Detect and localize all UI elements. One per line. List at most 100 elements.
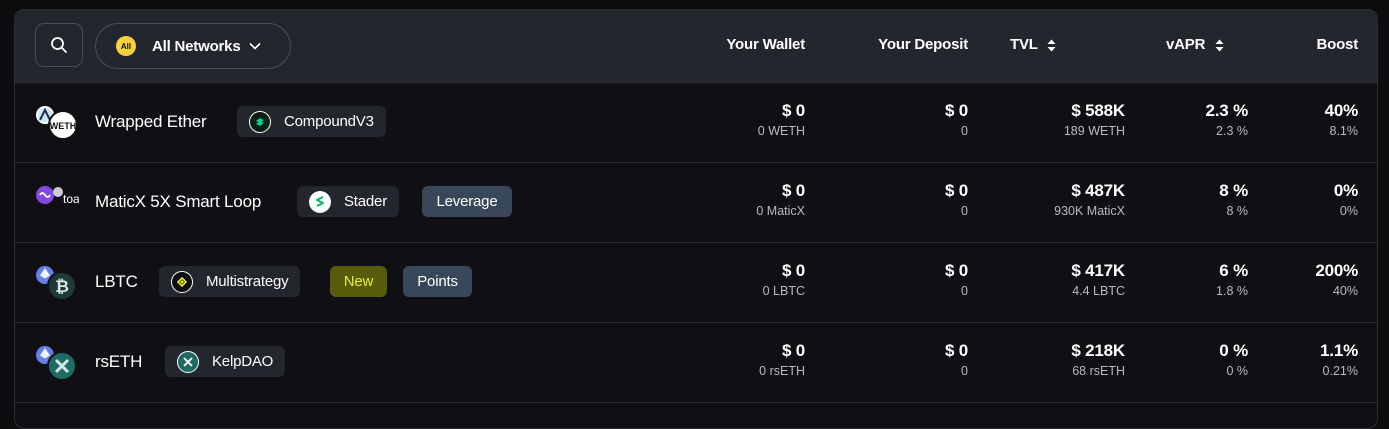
vapr-sub: 0 % — [1226, 364, 1248, 378]
wallet-usd: $ 0 — [781, 181, 805, 200]
tvl-usd: $ 218K — [1071, 341, 1125, 360]
column-tvl-label: TVL — [1010, 36, 1038, 53]
wallet-usd: $ 0 — [781, 341, 805, 360]
table-row[interactable]: WETH Wrapped Ether CompoundV3 $ 0 0 WETH… — [15, 83, 1377, 163]
protocol-tag-label: Multistrategy — [206, 273, 289, 290]
sort-icon — [1047, 39, 1056, 52]
leverage-tag[interactable]: Leverage — [422, 186, 512, 217]
boost-cell: 1.1% 0.21% — [1320, 323, 1358, 379]
network-selector[interactable]: All All Networks — [95, 23, 291, 69]
column-boost[interactable]: Boost — [1317, 36, 1359, 53]
vapr-sub: 8 % — [1226, 204, 1248, 218]
boost-value: 200% — [1315, 261, 1358, 280]
tvl-cell: $ 218K 68 rsETH — [1071, 323, 1125, 379]
wallet-amount: 0 WETH — [757, 124, 805, 138]
tvl-amount: 68 rsETH — [1072, 364, 1125, 378]
wallet-cell: $ 0 0 LBTC — [762, 243, 806, 299]
boost-sub: 0% — [1339, 204, 1358, 218]
vapr-value: 0 % — [1219, 341, 1248, 360]
boost-value: 0% — [1333, 181, 1358, 200]
vapr-value: 8 % — [1219, 181, 1248, 200]
vault-name[interactable]: Wrapped Ether — [95, 112, 207, 132]
all-networks-icon: All — [116, 36, 136, 56]
weth-token-icon: WETH — [36, 106, 78, 140]
svg-text:₿: ₿ — [55, 277, 69, 296]
boost-cell: 40% 8.1% — [1324, 83, 1359, 139]
wallet-amount: 0 LBTC — [762, 284, 805, 298]
tvl-usd: $ 417K — [1071, 261, 1125, 280]
table-row[interactable]: toa MaticX 5X Smart Loop Stader Leverage… — [15, 163, 1377, 243]
tvl-cell: $ 417K 4.4 LBTC — [1071, 243, 1125, 299]
compound-icon — [249, 110, 271, 133]
rseth-token-icon — [36, 346, 77, 381]
vault-name[interactable]: LBTC — [95, 272, 138, 292]
network-selector-label: All Networks — [152, 37, 241, 55]
chevron-down-icon — [249, 42, 262, 50]
table-row[interactable]: rsETH KelpDAO $ 0 0 rsETH $ 0 0 $ 218K 6… — [15, 323, 1377, 403]
column-vapr[interactable]: vAPR — [1166, 36, 1224, 53]
table-header: All All Networks Your Wallet Your Deposi… — [15, 10, 1377, 83]
new-tag[interactable]: New — [330, 266, 387, 297]
boost-sub: 0.21% — [1322, 364, 1358, 378]
boost-value: 1.1% — [1320, 341, 1358, 360]
deposit-usd: $ 0 — [944, 181, 968, 200]
tvl-usd: $ 487K — [1071, 181, 1125, 200]
deposit-usd: $ 0 — [944, 341, 968, 360]
deposit-cell: $ 0 0 — [945, 243, 968, 299]
boost-sub: 8.1% — [1329, 124, 1359, 138]
tvl-cell: $ 588K 189 WETH — [1064, 83, 1125, 139]
vault-name[interactable]: rsETH — [95, 352, 142, 372]
protocol-tag-label: Stader — [344, 193, 387, 210]
boost-value: 40% — [1324, 101, 1359, 120]
boost-cell: 200% 40% — [1315, 243, 1358, 299]
tvl-usd: $ 588K — [1071, 101, 1125, 120]
deposit-cell: $ 0 0 — [945, 163, 968, 219]
vapr-value: 6 % — [1219, 261, 1248, 280]
deposit-cell: $ 0 0 — [945, 323, 968, 379]
wallet-cell: $ 0 0 rsETH — [759, 323, 805, 379]
vapr-cell: 0 % 0 % — [1219, 323, 1248, 379]
protocol-tag[interactable]: Stader — [297, 186, 399, 217]
search-icon — [51, 37, 67, 53]
tvl-cell: $ 487K 930K MaticX — [1054, 163, 1125, 219]
vapr-cell: 6 % 1.8 % — [1216, 243, 1248, 299]
protocol-tag[interactable]: CompoundV3 — [237, 106, 386, 137]
sort-icon — [1215, 39, 1224, 52]
vapr-sub: 2.3 % — [1216, 124, 1248, 138]
vault-name[interactable]: MaticX 5X Smart Loop — [95, 192, 261, 212]
deposit-amount: 0 — [961, 364, 968, 378]
column-tvl[interactable]: TVL — [1010, 36, 1056, 53]
vault-table: All All Networks Your Wallet Your Deposi… — [14, 9, 1378, 429]
weth-badge-text: WETH — [50, 121, 77, 131]
wallet-amount: 0 rsETH — [759, 364, 805, 378]
maticx-token-icon: toa — [36, 186, 79, 206]
deposit-amount: 0 — [961, 124, 968, 138]
wallet-amount: 0 MaticX — [756, 204, 805, 218]
deposit-usd: $ 0 — [944, 101, 968, 120]
table-row[interactable]: ₿ LBTC Multistrategy New Points $ 0 0 LB… — [15, 243, 1377, 323]
protocol-tag-label: CompoundV3 — [284, 113, 374, 130]
stader-icon — [309, 190, 331, 213]
tvl-amount: 4.4 LBTC — [1072, 284, 1125, 298]
protocol-tag[interactable]: KelpDAO — [165, 346, 286, 377]
deposit-amount: 0 — [961, 204, 968, 218]
wallet-usd: $ 0 — [781, 101, 805, 120]
kelpdao-icon — [177, 350, 199, 373]
deposit-amount: 0 — [961, 284, 968, 298]
points-tag[interactable]: Points — [403, 266, 472, 297]
wallet-cell: $ 0 0 MaticX — [756, 163, 805, 219]
maticx-badge-text: toa — [63, 192, 79, 206]
column-vapr-label: vAPR — [1166, 36, 1206, 53]
protocol-tag[interactable]: Multistrategy — [159, 266, 301, 297]
vapr-value: 2.3 % — [1205, 101, 1249, 120]
search-button[interactable] — [35, 23, 83, 67]
wallet-usd: $ 0 — [781, 261, 805, 280]
column-your-deposit[interactable]: Your Deposit — [878, 36, 968, 53]
tvl-amount: 930K MaticX — [1054, 204, 1125, 218]
multistrategy-icon — [171, 270, 193, 293]
wallet-cell: $ 0 0 WETH — [758, 83, 805, 139]
tvl-amount: 189 WETH — [1063, 124, 1125, 138]
deposit-cell: $ 0 0 — [945, 83, 968, 139]
vapr-sub: 1.8 % — [1216, 284, 1248, 298]
column-your-wallet[interactable]: Your Wallet — [726, 36, 805, 53]
